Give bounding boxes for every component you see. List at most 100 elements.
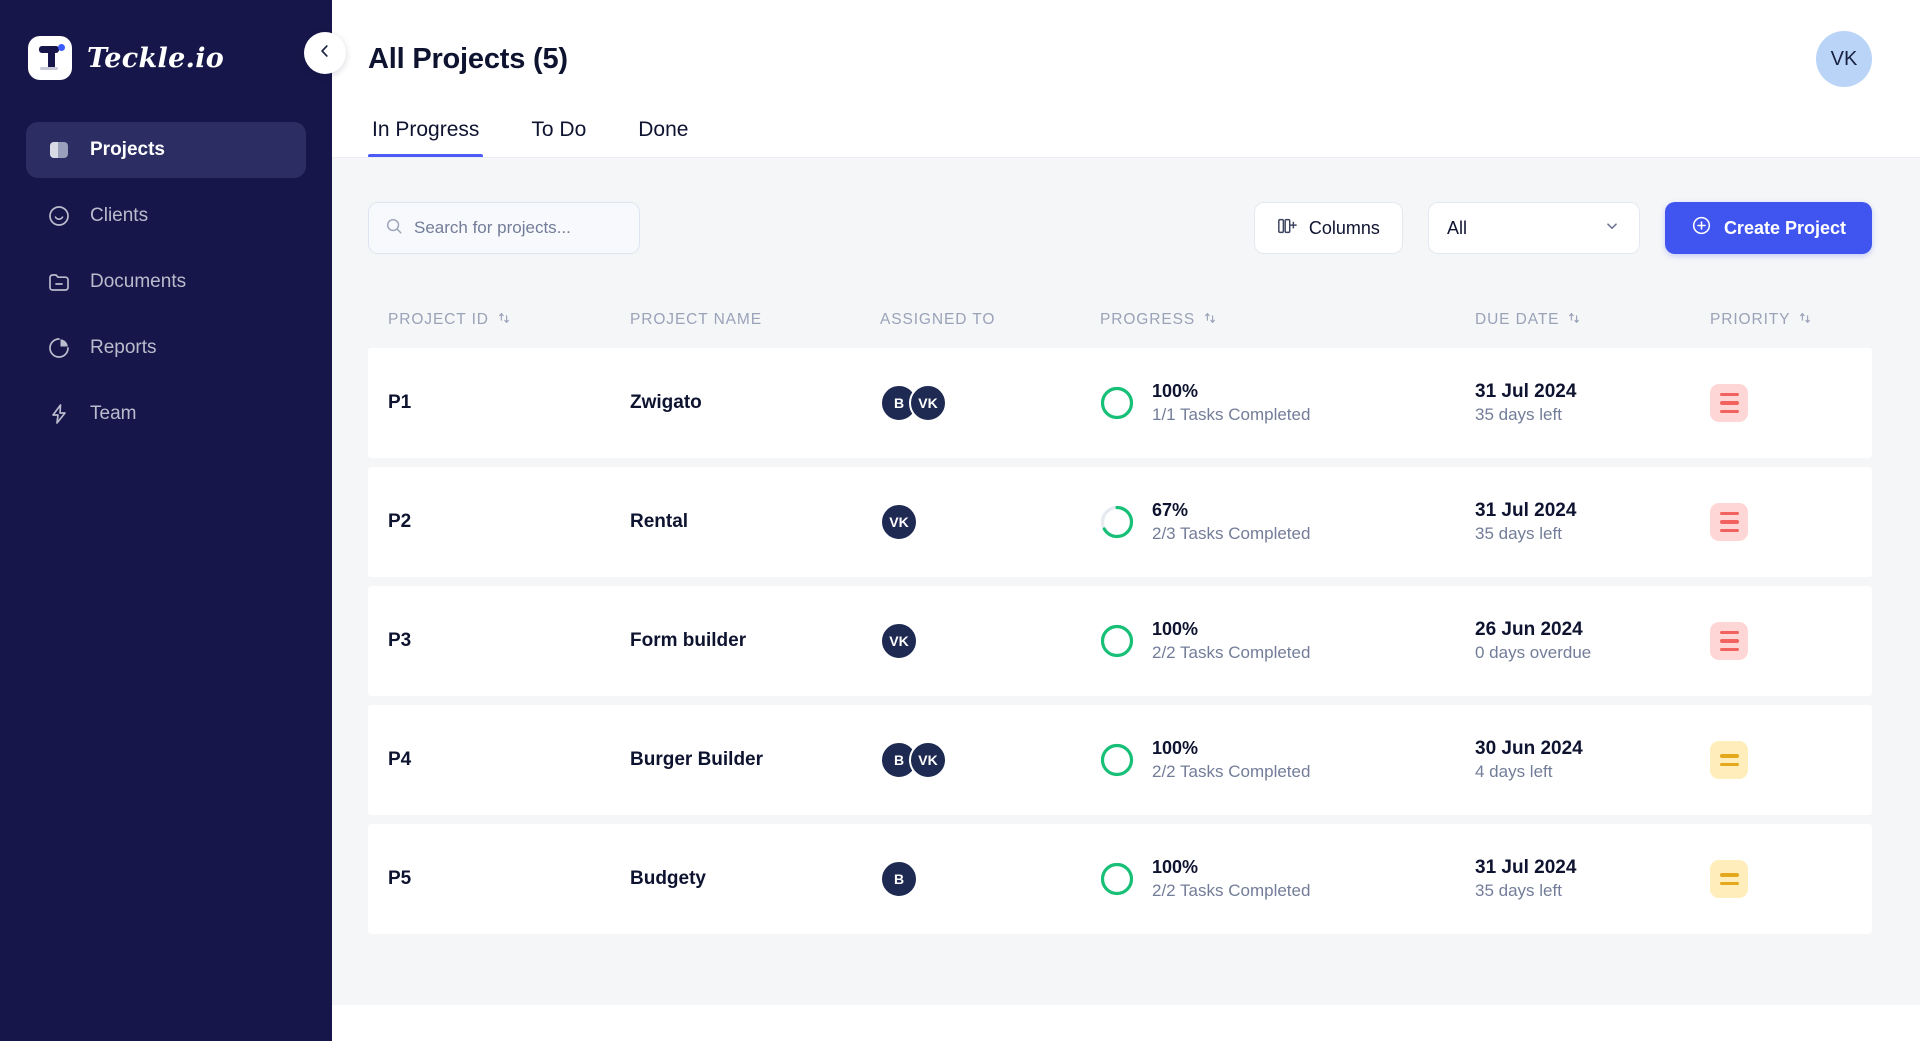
app-root: Teckle.io Projects Clients Documents Rep… bbox=[0, 0, 1920, 1041]
sidebar-collapse-button[interactable] bbox=[304, 32, 346, 74]
progress-text: 67% 2/3 Tasks Completed bbox=[1152, 498, 1310, 545]
cell-project-id: P5 bbox=[388, 868, 412, 889]
avatar[interactable]: VK bbox=[1816, 31, 1872, 87]
priority-badge-high[interactable] bbox=[1710, 384, 1748, 422]
progress-ring-icon bbox=[1100, 624, 1134, 658]
sidebar-item-reports[interactable]: Reports bbox=[26, 320, 306, 376]
due-date-value: 30 Jun 2024 bbox=[1475, 737, 1583, 759]
column-label: Progress bbox=[1100, 311, 1196, 328]
brand[interactable]: Teckle.io bbox=[0, 0, 332, 86]
sidebar-item-label: Team bbox=[90, 403, 137, 424]
progress-text: 100% 2/2 Tasks Completed bbox=[1152, 617, 1310, 664]
progress-text: 100% 1/1 Tasks Completed bbox=[1152, 379, 1310, 426]
due-date-remaining: 35 days left bbox=[1475, 881, 1562, 901]
tab-done[interactable]: Done bbox=[634, 118, 692, 158]
chevron-down-icon bbox=[1603, 217, 1621, 240]
columns-icon bbox=[1277, 217, 1297, 240]
top-bar: All Projects (5) VK bbox=[332, 0, 1920, 118]
table-body: P1 Zwigato B VK 100% 1/1 Tasks Completed 31 Ju… bbox=[368, 348, 1872, 934]
progress-tasks: 2/2 Tasks Completed bbox=[1152, 880, 1311, 900]
cell-priority bbox=[1710, 503, 1852, 541]
avatar-stack[interactable]: VK bbox=[880, 622, 1100, 660]
sort-arrows-icon bbox=[1798, 311, 1812, 330]
cell-project-name: Rental bbox=[630, 511, 689, 532]
avatar[interactable]: VK bbox=[909, 384, 947, 422]
cell-due-date: 31 Jul 2024 35 days left bbox=[1475, 379, 1710, 428]
column-header-project-id[interactable]: Project ID bbox=[388, 311, 630, 330]
progress-tasks: 2/3 Tasks Completed bbox=[1152, 523, 1311, 543]
progress-ring-icon bbox=[1100, 862, 1134, 896]
avatar-stack[interactable]: B bbox=[880, 860, 1100, 898]
priority-badge-medium[interactable] bbox=[1710, 860, 1748, 898]
tab-in-progress[interactable]: In Progress bbox=[368, 118, 484, 158]
columns-button-label: Columns bbox=[1308, 217, 1380, 238]
table-row[interactable]: P4 Burger Builder B VK 100% 2/2 Tasks Complet… bbox=[368, 705, 1872, 815]
cell-due-date: 31 Jul 2024 35 days left bbox=[1475, 498, 1710, 547]
column-label: Project Name bbox=[630, 311, 762, 328]
column-header-assigned-to[interactable]: Assigned To bbox=[880, 311, 1100, 329]
main-content: All Projects (5) VK In Progress To Do Do… bbox=[332, 0, 1920, 1041]
avatar-stack[interactable]: VK bbox=[880, 503, 1100, 541]
avatar-stack[interactable]: B VK bbox=[880, 384, 1100, 422]
column-header-due-date[interactable]: Due Date bbox=[1475, 311, 1710, 330]
column-label: Due Date bbox=[1475, 311, 1560, 328]
avatar[interactable]: VK bbox=[880, 622, 918, 660]
sidebar: Teckle.io Projects Clients Documents Rep… bbox=[0, 0, 332, 1041]
sidebar-item-label: Projects bbox=[90, 139, 165, 160]
cell-assigned-to: B VK bbox=[880, 741, 1100, 779]
cell-due-date: 30 Jun 2024 4 days left bbox=[1475, 736, 1710, 785]
filter-select[interactable]: All bbox=[1427, 202, 1640, 254]
tab-to-do[interactable]: To Do bbox=[527, 118, 590, 158]
sidebar-item-documents[interactable]: Documents bbox=[26, 254, 306, 310]
sidebar-item-label: Reports bbox=[90, 337, 157, 358]
due-date-remaining: 35 days left bbox=[1475, 405, 1562, 425]
teckle-logo-icon bbox=[28, 36, 72, 80]
avatar[interactable]: VK bbox=[909, 741, 947, 779]
column-header-project-name[interactable]: Project Name bbox=[630, 311, 880, 329]
column-header-priority[interactable]: Priority bbox=[1710, 311, 1852, 330]
cell-assigned-to: VK bbox=[880, 622, 1100, 660]
cell-priority bbox=[1710, 384, 1852, 422]
table-row[interactable]: P2 Rental VK 67% 2/3 Tasks Completed 31 Jul 2… bbox=[368, 467, 1872, 577]
cell-project-id: P3 bbox=[388, 630, 412, 651]
table-header-row: Project ID Project Name Assigned To Prog… bbox=[368, 292, 1872, 348]
progress-percent: 100% bbox=[1152, 619, 1199, 640]
priority-badge-medium[interactable] bbox=[1710, 741, 1748, 779]
sidebar-item-label: Clients bbox=[90, 205, 149, 226]
table-row[interactable]: P3 Form builder VK 100% 2/2 Tasks Completed 2… bbox=[368, 586, 1872, 696]
priority-badge-high[interactable] bbox=[1710, 622, 1748, 660]
table-card-footer bbox=[368, 934, 1872, 1000]
content-area: Columns All Create Project bbox=[332, 158, 1920, 1000]
due-date-value: 26 Jun 2024 bbox=[1475, 618, 1583, 640]
smiley-face-icon bbox=[46, 203, 72, 229]
progress-text: 100% 2/2 Tasks Completed bbox=[1152, 855, 1310, 902]
avatar[interactable]: VK bbox=[880, 503, 918, 541]
avatar[interactable]: B bbox=[880, 860, 918, 898]
progress-ring-icon bbox=[1100, 743, 1134, 777]
cell-due-date: 31 Jul 2024 35 days left bbox=[1475, 855, 1710, 904]
create-project-button[interactable]: Create Project bbox=[1664, 202, 1872, 254]
cell-assigned-to: VK bbox=[880, 503, 1100, 541]
table-row[interactable]: P5 Budgety B 100% 2/2 Tasks Completed 31 Jul … bbox=[368, 824, 1872, 934]
columns-button[interactable]: Columns bbox=[1253, 202, 1403, 254]
sidebar-item-clients[interactable]: Clients bbox=[26, 188, 306, 244]
priority-badge-high[interactable] bbox=[1710, 503, 1748, 541]
pie-chart-icon bbox=[46, 335, 72, 361]
sort-arrows-icon bbox=[1567, 311, 1581, 330]
filter-select-value: All bbox=[1446, 217, 1467, 238]
table-row[interactable]: P1 Zwigato B VK 100% 1/1 Tasks Completed 31 Ju… bbox=[368, 348, 1872, 458]
progress-percent: 67% bbox=[1152, 500, 1189, 521]
due-date-remaining: 4 days left bbox=[1475, 762, 1553, 782]
sidebar-item-team[interactable]: Team bbox=[26, 386, 306, 442]
progress-percent: 100% bbox=[1152, 738, 1199, 759]
column-header-progress[interactable]: Progress bbox=[1100, 311, 1475, 330]
search-input[interactable] bbox=[414, 218, 623, 238]
cell-project-id: P2 bbox=[388, 511, 412, 532]
cell-assigned-to: B VK bbox=[880, 384, 1100, 422]
sidebar-item-projects[interactable]: Projects bbox=[26, 122, 306, 178]
cell-project-name: Zwigato bbox=[630, 392, 702, 413]
avatar-stack[interactable]: B VK bbox=[880, 741, 1100, 779]
progress-percent: 100% bbox=[1152, 381, 1199, 402]
cell-project-id: P4 bbox=[388, 749, 412, 770]
search-box[interactable] bbox=[368, 202, 640, 254]
